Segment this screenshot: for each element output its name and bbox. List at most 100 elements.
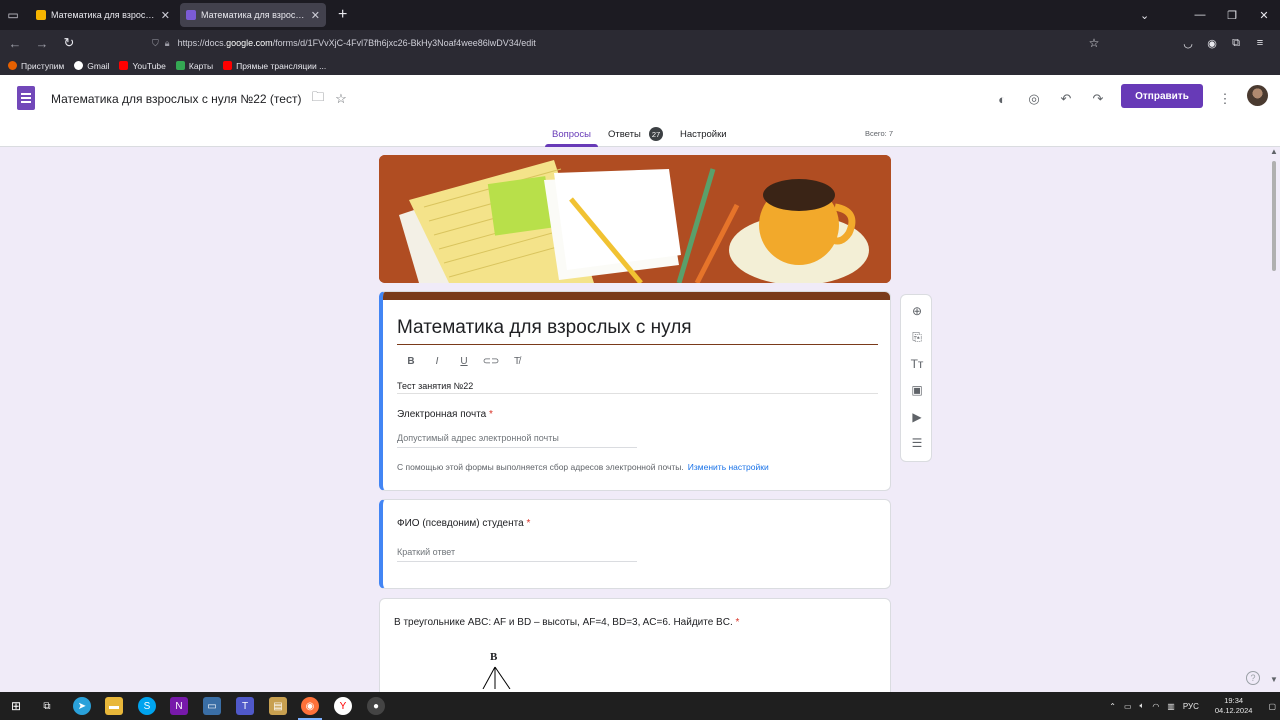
form-description[interactable]: Тест занятия №22 <box>397 381 473 391</box>
clock[interactable]: 19:34 04.12.2024 <box>1211 696 1257 716</box>
forward-icon[interactable]: → <box>30 31 54 55</box>
task-view-icon[interactable]: ⧉ <box>38 697 56 715</box>
system-tray: ⌃ ▭ 🔈︎ ◠ ▥ РУС 19:34 04.12.2024 ▢ <box>1105 692 1280 720</box>
clear-formatting-icon[interactable]: T̸ <box>509 354 525 368</box>
star-icon[interactable]: ☆ <box>331 89 351 109</box>
bookmark-item[interactable]: YouTube <box>119 61 166 71</box>
address-bar[interactable]: ⛉ 🔒︎ https://docs.google.com/forms/d/1FV… <box>152 33 1106 53</box>
tab-title: Математика для взрослых с н <box>201 10 307 20</box>
help-icon[interactable]: ? <box>1246 671 1260 685</box>
bookmark-item[interactable]: Gmail <box>74 61 109 71</box>
bookmark-item[interactable]: Прямые трансляции ... <box>223 61 326 71</box>
scroll-down-icon[interactable]: ▼ <box>1268 675 1280 684</box>
url-text: https://docs.google.com/forms/d/1FVvXjC-… <box>177 38 536 48</box>
question-title: ФИО (псевдоним) студента * <box>397 518 531 529</box>
browser-tab-bar: ▭ Математика для взрослых ве ✕ Математик… <box>0 0 1280 30</box>
tab-responses[interactable]: Ответы <box>608 129 641 140</box>
add-section-icon[interactable]: ☰ <box>907 433 927 453</box>
tab-settings[interactable]: Настройки <box>680 129 727 140</box>
minimize-icon[interactable]: — <box>1184 0 1216 30</box>
wifi-icon[interactable]: ◠ <box>1152 702 1159 711</box>
add-video-icon[interactable]: ▶ <box>907 407 927 427</box>
pocket-icon[interactable]: ◡ <box>1176 33 1200 53</box>
import-questions-icon[interactable]: ⎘ <box>907 327 927 347</box>
google-icon <box>74 61 84 70</box>
teams-icon[interactable]: T <box>236 697 254 715</box>
bookmark-item[interactable]: Приступим <box>8 61 64 71</box>
reload-icon[interactable]: ↻ <box>57 31 81 55</box>
bookmark-item[interactable]: Карты <box>175 61 213 71</box>
short-answer-field: Краткий ответ <box>397 547 456 557</box>
notifications-icon[interactable]: ▢ <box>1268 702 1276 711</box>
restore-icon[interactable]: ❐ <box>1216 0 1248 30</box>
yandex-browser-icon[interactable]: Y <box>334 697 352 715</box>
page-scrollbar[interactable]: ▲ ▼ <box>1268 147 1280 692</box>
tab-questions[interactable]: Вопросы <box>552 129 591 140</box>
document-title[interactable]: Математика для взрослых с нуля №22 (тест… <box>51 92 301 106</box>
firefox-icon[interactable]: ◉ <box>301 697 319 715</box>
add-title-icon[interactable]: Tт <box>907 354 927 374</box>
underline-icon[interactable]: U <box>456 354 472 368</box>
forms-icon <box>186 10 196 20</box>
slides-icon <box>36 10 46 20</box>
tab-list-chevron-icon[interactable]: ⌄ <box>1140 0 1149 30</box>
shield-icon[interactable]: ⛉ <box>152 38 159 49</box>
bold-icon[interactable]: B <box>403 354 419 368</box>
tray-chevron-icon[interactable]: ⌃ <box>1109 702 1116 711</box>
scrollbar-thumb[interactable] <box>1272 161 1276 271</box>
email-field: Допустимый адрес электронной почты <box>397 433 559 443</box>
change-settings-link[interactable]: Изменить настройки <box>688 462 769 472</box>
network-icon[interactable]: ▥ <box>1167 702 1175 711</box>
add-question-icon[interactable]: ⊕ <box>907 301 927 321</box>
browser-tab[interactable]: Математика для взрослых ве ✕ <box>30 3 176 27</box>
archive-icon[interactable]: ▤ <box>269 697 287 715</box>
input-language[interactable]: РУС <box>1183 702 1199 711</box>
link-icon[interactable]: ⊂⊃ <box>483 354 500 368</box>
battery-icon[interactable]: ▭ <box>1124 702 1132 711</box>
undo-icon[interactable]: ↶ <box>1056 89 1076 109</box>
obs-icon[interactable]: ● <box>367 697 385 715</box>
close-window-icon[interactable]: ✕ <box>1248 0 1280 30</box>
scroll-up-icon[interactable]: ▲ <box>1268 147 1280 156</box>
google-forms-logo-icon[interactable] <box>17 86 35 110</box>
extensions-icon[interactable]: ⧉ <box>1224 33 1248 53</box>
account-icon[interactable]: ◉ <box>1200 33 1224 53</box>
active-tab-indicator <box>545 144 598 147</box>
responses-count-badge: 27 <box>649 127 663 141</box>
browser-tab-active[interactable]: Математика для взрослых с н ✕ <box>180 3 326 27</box>
firefox-icon <box>8 61 17 70</box>
close-tab-icon[interactable]: ✕ <box>161 9 170 22</box>
window-controls: — ❐ ✕ <box>1184 0 1280 30</box>
menu-icon[interactable]: ≡ <box>1248 33 1272 53</box>
more-vert-icon[interactable]: ⋮ <box>1215 89 1235 109</box>
move-to-folder-icon[interactable]: 🗀︎ <box>308 89 328 109</box>
italic-icon[interactable]: I <box>429 354 445 368</box>
remote-desktop-icon[interactable]: ▭ <box>203 697 221 715</box>
browser-toolbar-right: ◡ ◉ ⧉ ≡ <box>1176 33 1272 53</box>
avatar[interactable] <box>1247 85 1268 106</box>
add-image-icon[interactable]: ▣ <box>907 380 927 400</box>
skype-icon[interactable]: S <box>138 697 156 715</box>
palette-icon[interactable]: ◐ <box>992 89 1012 109</box>
back-icon[interactable]: ← <box>3 31 27 55</box>
lock-icon[interactable]: 🔒︎ <box>165 38 170 49</box>
windows-start-icon[interactable]: ⊞ <box>7 697 25 715</box>
redo-icon[interactable]: ↷ <box>1088 89 1108 109</box>
volume-icon[interactable]: 🔈︎ <box>1140 701 1145 711</box>
tab-overview-icon[interactable]: ▭ <box>0 0 26 30</box>
telegram-icon[interactable]: ➤ <box>73 697 91 715</box>
onenote-icon[interactable]: N <box>170 697 188 715</box>
file-explorer-icon[interactable]: ▬ <box>105 697 123 715</box>
description-underline <box>397 393 878 394</box>
question-card[interactable]: В треугольнике ABC: AF и BD – высоты, AF… <box>379 598 891 698</box>
windows-taskbar: ⊞ ⧉ ➤ ▬ S N ▭ T ▤ ◉ Y ● ⌃ ▭ 🔈︎ ◠ ▥ РУС 1… <box>0 692 1280 720</box>
close-tab-icon[interactable]: ✕ <box>311 9 320 22</box>
short-answer-underline <box>397 561 637 562</box>
preview-eye-icon[interactable]: ◎ <box>1024 89 1044 109</box>
new-tab-icon[interactable]: + <box>338 6 347 24</box>
form-title[interactable]: Математика для взрослых с нуля <box>397 317 692 339</box>
bookmark-star-icon[interactable]: ☆ <box>1084 33 1104 53</box>
send-button[interactable]: Отправить <box>1121 84 1203 108</box>
form-title-card[interactable]: Математика для взрослых с нуля B I U ⊂⊃ … <box>379 291 891 491</box>
question-card[interactable]: ФИО (псевдоним) студента * Краткий ответ <box>379 499 891 589</box>
